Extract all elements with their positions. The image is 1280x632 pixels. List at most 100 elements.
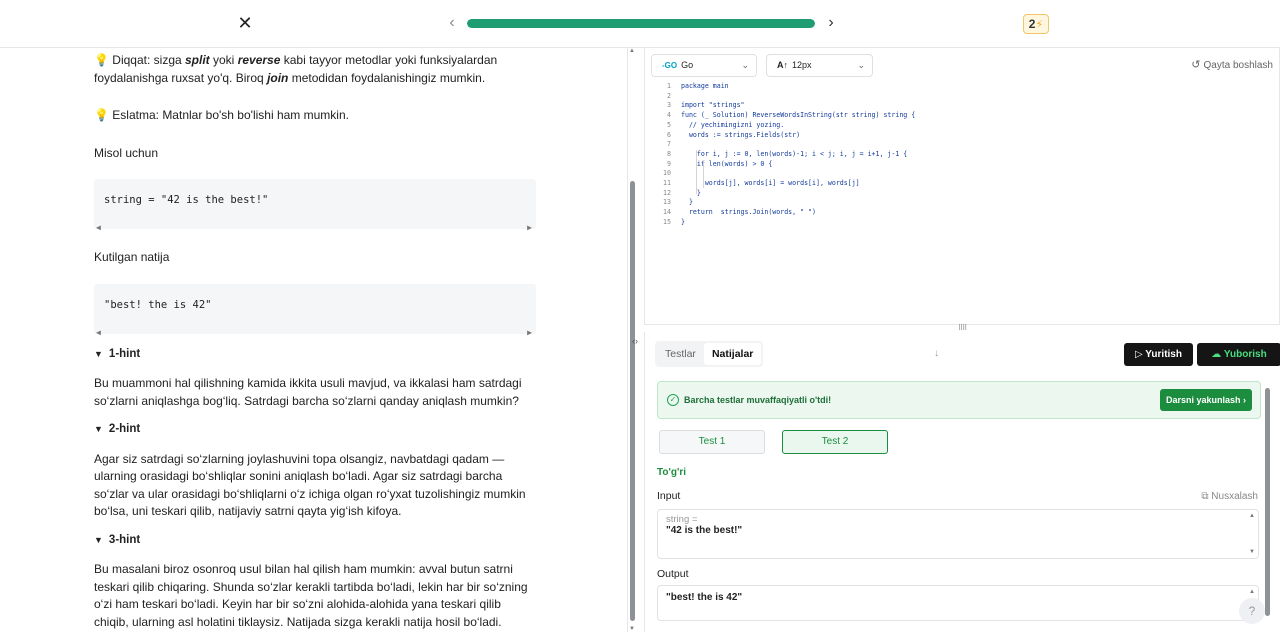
triangle-down-icon: ▼ <box>94 424 103 434</box>
code-text: } <box>681 198 693 207</box>
language-select[interactable]: -GO Go ⌄ <box>651 54 757 77</box>
editor-resize-handle[interactable]: ⠿⠿ <box>644 324 1280 332</box>
note-restrictions: 💡 Diqqat: sizga split yoki reverse kabi … <box>94 52 536 87</box>
reset-button[interactable]: ↺ Qayta boshlash <box>1191 58 1273 71</box>
test-1-tab[interactable]: Test 1 <box>659 430 765 454</box>
prev-chevron-icon[interactable]: ‹ <box>445 14 459 32</box>
line-number: 3 <box>667 101 671 110</box>
code-text: if len(words) > 0 { <box>681 159 773 168</box>
keyword-join: join <box>267 70 289 85</box>
note-text: yoki <box>209 53 238 67</box>
code-area[interactable]: 1 package main 2 3 import "strings" 4 func (_ … <box>655 82 1269 228</box>
code-line[interactable]: 14 return strings.Join(words, " ") <box>655 208 1269 218</box>
output-value: "best! the is 42" <box>666 592 743 603</box>
note-text: metodidan foydalanishingiz mumkin. <box>288 70 486 85</box>
scroll-down-icon[interactable]: ▼ <box>1249 549 1255 555</box>
copy-icon: ⧉ <box>1201 491 1212 502</box>
font-size-select[interactable]: A↑ 12px ⌄ <box>766 54 873 77</box>
indent-guide <box>703 160 704 188</box>
hint-title-text: 3-hint <box>108 533 141 546</box>
code-line[interactable]: 9 if len(words) > 0 { <box>655 160 1269 170</box>
streak-badge[interactable]: 2⚡ <box>1023 14 1049 34</box>
reset-label: Qayta boshlash <box>1203 60 1274 71</box>
finish-lesson-button[interactable]: Darsni yakunlash › <box>1160 389 1252 411</box>
chevron-down-icon: ⌄ <box>741 60 749 70</box>
hint-3[interactable]: ▼ 3-hint Bu masalani biroz osonroq usul b… <box>94 532 536 632</box>
scrollbar-thumb[interactable] <box>1265 388 1270 616</box>
expected-code: "best! the is 42" ◀ ▶ <box>94 283 536 337</box>
progress-bar <box>467 19 815 28</box>
help-button[interactable]: ? <box>1239 598 1265 624</box>
results-scrollbar[interactable] <box>1264 380 1272 632</box>
code-text: return strings.Join(words, " ") <box>681 208 816 217</box>
keyword-split: split <box>185 53 210 67</box>
code-line[interactable]: 13 } <box>655 198 1269 208</box>
finish-label: Darsni yakunlash <box>1165 395 1241 405</box>
hint-1-title[interactable]: ▼ 1-hint <box>94 346 536 364</box>
hint-2-title[interactable]: ▼ 2-hint <box>94 421 536 439</box>
code-line[interactable]: 12 } <box>655 189 1269 199</box>
lesson-pane: 💡 Diqqat: sizga split yoki reverse kabi … <box>0 48 628 632</box>
grip-icon: ⠿⠿ <box>958 325 967 332</box>
go-logo-icon: -GO <box>662 61 678 70</box>
cloud-upload-icon: ☁ <box>1211 349 1224 360</box>
code-line[interactable]: 4 func (_ Solution) ReverseWordsInString(… <box>655 111 1269 121</box>
lightbulb-icon: 💡 <box>94 108 109 122</box>
note-text: Eslatma: Matnlar bo'sh bo'lishi ham mumk… <box>112 108 349 122</box>
note-text: Diqqat: sizga <box>112 53 185 67</box>
arrow-down-icon[interactable]: ↓ <box>934 348 939 359</box>
line-number: 11 <box>663 179 671 188</box>
scroll-left-icon[interactable]: ◀ <box>96 219 101 237</box>
code-line[interactable]: 2 <box>655 92 1269 102</box>
code-text: // yechimingizni yozing. <box>681 120 785 129</box>
results-pane: Testlar Natijalar ↓ ▷ Yuritish ☁ Yuboris… <box>644 332 1280 632</box>
tab-tests[interactable]: Testlar <box>657 343 704 365</box>
indent-guide <box>696 150 697 194</box>
example-code-text: string = "42 is the best!" <box>104 194 269 206</box>
hint-1[interactable]: ▼ 1-hint Bu muammoni hal qilishning kamid… <box>94 346 536 411</box>
scroll-right-icon[interactable]: ▶ <box>527 324 532 342</box>
code-editor-pane: -GO Go ⌄ A↑ 12px ⌄ ↺ Qayta boshlash 1 package … <box>644 48 1280 325</box>
scroll-right-icon[interactable]: ▶ <box>527 219 532 237</box>
output-box[interactable]: "best! the is 42" ▲ <box>657 585 1259 621</box>
code-line[interactable]: 11 words[j], words[i] = words[i], words[… <box>655 179 1269 189</box>
hint-3-title[interactable]: ▼ 3-hint <box>94 532 536 550</box>
code-line[interactable]: 3 import "strings" <box>655 101 1269 111</box>
code-line[interactable]: 7 <box>655 140 1269 150</box>
code-text: words := strings.Fields(str) <box>681 130 801 139</box>
next-chevron-icon[interactable]: › <box>824 14 838 32</box>
scrollbar-thumb[interactable] <box>630 181 635 621</box>
code-line[interactable]: 5 // yechimingizni yozing. <box>655 121 1269 131</box>
code-text: import "strings" <box>681 101 745 110</box>
input-box[interactable]: string = "42 is the best!" ▲ ▼ <box>657 509 1259 559</box>
triangle-down-icon: ▼ <box>94 348 103 359</box>
test-2-tab[interactable]: Test 2 <box>782 430 888 454</box>
language-value: Go <box>681 60 694 70</box>
scroll-left-icon[interactable]: ◀ <box>96 324 101 342</box>
line-number: 14 <box>663 208 671 217</box>
scroll-up-icon[interactable]: ▲ <box>1249 589 1255 595</box>
tab-results[interactable]: Natijalar <box>703 343 762 365</box>
pane-resize-handle[interactable]: ‹› <box>632 336 638 346</box>
run-button[interactable]: ▷ Yuritish <box>1124 343 1193 366</box>
hint-title-text: 1-hint <box>108 347 141 360</box>
line-number: 9 <box>667 159 671 168</box>
scroll-up-icon[interactable]: ▲ <box>629 48 635 54</box>
scroll-up-icon[interactable]: ▲ <box>1249 513 1255 519</box>
submit-button[interactable]: ☁ Yuborish <box>1197 343 1280 366</box>
code-line[interactable]: 8 for i, j := 0, len(words)-1; i < j; i,… <box>655 150 1269 160</box>
output-label: Output <box>657 568 689 580</box>
copy-button[interactable]: ⧉ Nusxalash <box>1201 491 1258 502</box>
code-line[interactable]: 6 words := strings.Fields(str) <box>655 131 1269 141</box>
line-number: 12 <box>663 188 671 197</box>
close-icon[interactable]: ✕ <box>236 14 254 32</box>
hint-2[interactable]: ▼ 2-hint Agar siz satrdagi so‘zlarning jo… <box>94 421 536 521</box>
scroll-down-icon[interactable]: ▼ <box>629 626 635 632</box>
code-text: } <box>681 217 685 226</box>
code-line[interactable]: 1 package main <box>655 82 1269 92</box>
code-line[interactable]: 10 <box>655 169 1269 179</box>
code-text: package main <box>681 82 729 90</box>
success-message: Barcha testlar muvaffaqiyatli o'tdi! <box>684 395 832 405</box>
code-line[interactable]: 15} <box>655 218 1269 228</box>
line-number: 10 <box>663 169 671 178</box>
